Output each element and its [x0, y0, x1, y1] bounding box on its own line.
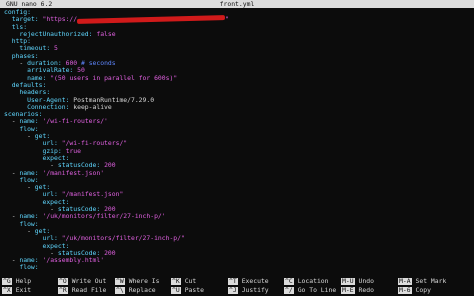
yaml-value: 5: [54, 44, 58, 53]
code-line: url: "/manifest.json": [4, 191, 472, 198]
code-line: gzip: true: [4, 147, 472, 155]
shortcut-paste[interactable]: ^U Paste: [171, 287, 204, 294]
shortcut-key: ^O: [58, 277, 68, 285]
code-line: flow:: [4, 264, 472, 271]
yaml-value: [4, 263, 19, 271]
yaml-value: 200: [104, 248, 116, 257]
terminal-window: GNU nano 6.2 front.yml config: target: "…: [0, 0, 474, 296]
code-line: - name: '/manifest.json': [4, 168, 472, 177]
yaml-comment: # seconds: [81, 59, 116, 68]
shortcut-label: Set Mark: [415, 277, 447, 285]
shortcut-replace[interactable]: ^\ Replace: [115, 287, 156, 294]
shortcut-cut[interactable]: ^K Cut: [171, 278, 196, 285]
shortcut-label: Read File: [71, 286, 107, 294]
text-editor-area[interactable]: config: target: "https://" tls: rejectUn…: [4, 8, 472, 271]
code-line: - name: '/assembly.html': [4, 256, 472, 265]
shortcut-exit[interactable]: ^X Exit: [2, 287, 31, 294]
shortcut-label: Copy: [415, 286, 431, 294]
shortcut-key: M-A: [398, 277, 412, 285]
shortcut-label: Replace: [128, 286, 156, 294]
shortcut-key: ^X: [2, 286, 12, 294]
code-line: rejectUnauthorized: false: [4, 29, 472, 38]
yaml-value: '/manifest.json': [42, 168, 105, 177]
shortcut-label: Paste: [184, 286, 204, 294]
code-line: - name: '/uk/monitors/filter/27-inch-p/': [4, 213, 472, 220]
shortcut-help[interactable]: ^G Help: [2, 278, 31, 285]
shortcut-key: ^/: [284, 286, 294, 294]
shortcut-key: M-U: [341, 277, 355, 285]
code-line: flow:: [4, 220, 472, 228]
shortcut-key: ^W: [115, 277, 125, 285]
shortcut-justify[interactable]: ^J Justify: [228, 287, 269, 294]
shortcut-key: ^C: [284, 277, 294, 285]
shortcut-set-mark[interactable]: M-A Set Mark: [398, 278, 446, 285]
shortcut-key: ^U: [171, 286, 181, 294]
shortcut-label: Go To Line: [297, 286, 337, 294]
code-line: - name: '/wi-fi-routers/': [4, 118, 472, 125]
yaml-value: false: [96, 29, 116, 38]
nano-titlebar: GNU nano 6.2 front.yml: [0, 0, 474, 8]
yaml-value: "/uk/monitors/filter/27-inch-p/": [61, 234, 185, 243]
shortcut-label: Redo: [358, 286, 374, 294]
shortcut-label: Help: [15, 277, 32, 285]
shortcut-redo[interactable]: M-E Redo: [341, 287, 374, 294]
yaml-value: "/manifest.json": [61, 190, 124, 199]
shortcut-label: Justify: [241, 286, 269, 294]
shortcut-bar: ^G Help ^X Exit ^O Write Out ^R Read File ^W Wher…: [0, 278, 474, 296]
shortcut-key: ^J: [228, 286, 238, 294]
shortcut-execute[interactable]: ^T Execute: [228, 278, 269, 285]
yaml-value: 200: [104, 161, 116, 170]
shortcut-key: ^G: [2, 277, 12, 285]
code-line: http:: [4, 38, 472, 45]
shortcut-key: ^\: [115, 286, 125, 294]
shortcut-write-out[interactable]: ^O Write Out: [58, 278, 106, 285]
shortcut-read-file[interactable]: ^R Read File: [58, 287, 106, 294]
yaml-value: ": [225, 15, 229, 24]
shortcut-undo[interactable]: M-U Undo: [341, 278, 374, 285]
shortcut-key: ^R: [58, 286, 68, 294]
shortcut-location[interactable]: ^C Location: [284, 278, 328, 285]
shortcut-key: M-E: [341, 286, 355, 294]
shortcut-label: Location: [297, 277, 329, 285]
code-line: flow:: [4, 176, 472, 184]
yaml-value: '/assembly.html': [42, 256, 105, 265]
shortcut-label: Write Out: [71, 277, 107, 285]
yaml-value: "https://: [42, 15, 78, 24]
yaml-value: '/uk/monitors/filter/27-inch-p/': [42, 212, 166, 221]
redaction-mark: [77, 14, 226, 24]
code-line: url: "/uk/monitors/filter/27-inch-p/": [4, 235, 472, 242]
yaml-value: '/wi-fi-routers/': [42, 117, 108, 126]
yaml-value: keep-alive: [69, 102, 112, 111]
shortcut-key: M-6: [398, 286, 412, 294]
code-line: timeout: 5: [4, 45, 472, 52]
yaml-value: "(50 users in parallel for 600s)": [50, 73, 178, 82]
shortcut-key: ^T: [228, 277, 238, 285]
code-line: Connection: keep-alive: [4, 102, 472, 111]
shortcut-label: Undo: [358, 277, 374, 285]
code-line: target: "https://": [4, 14, 472, 24]
shortcut-copy[interactable]: M-6 Copy: [398, 287, 431, 294]
yaml-key: flow:: [19, 263, 39, 272]
shortcut-label: Where Is: [128, 277, 160, 285]
shortcut-where-is[interactable]: ^W Where Is: [115, 278, 159, 285]
code-line: flow:: [4, 125, 472, 133]
code-line: defaults:: [4, 81, 472, 89]
shortcut-label: Exit: [15, 286, 32, 294]
shortcut-label: Execute: [241, 277, 269, 285]
shortcut-key: ^K: [171, 277, 181, 285]
shortcut-label: Cut: [184, 277, 197, 285]
shortcut-go-to-line[interactable]: ^/Go To Line: [284, 287, 336, 294]
code-line: name: "(50 users in parallel for 600s)": [4, 73, 472, 82]
file-name: front.yml: [219, 0, 255, 8]
